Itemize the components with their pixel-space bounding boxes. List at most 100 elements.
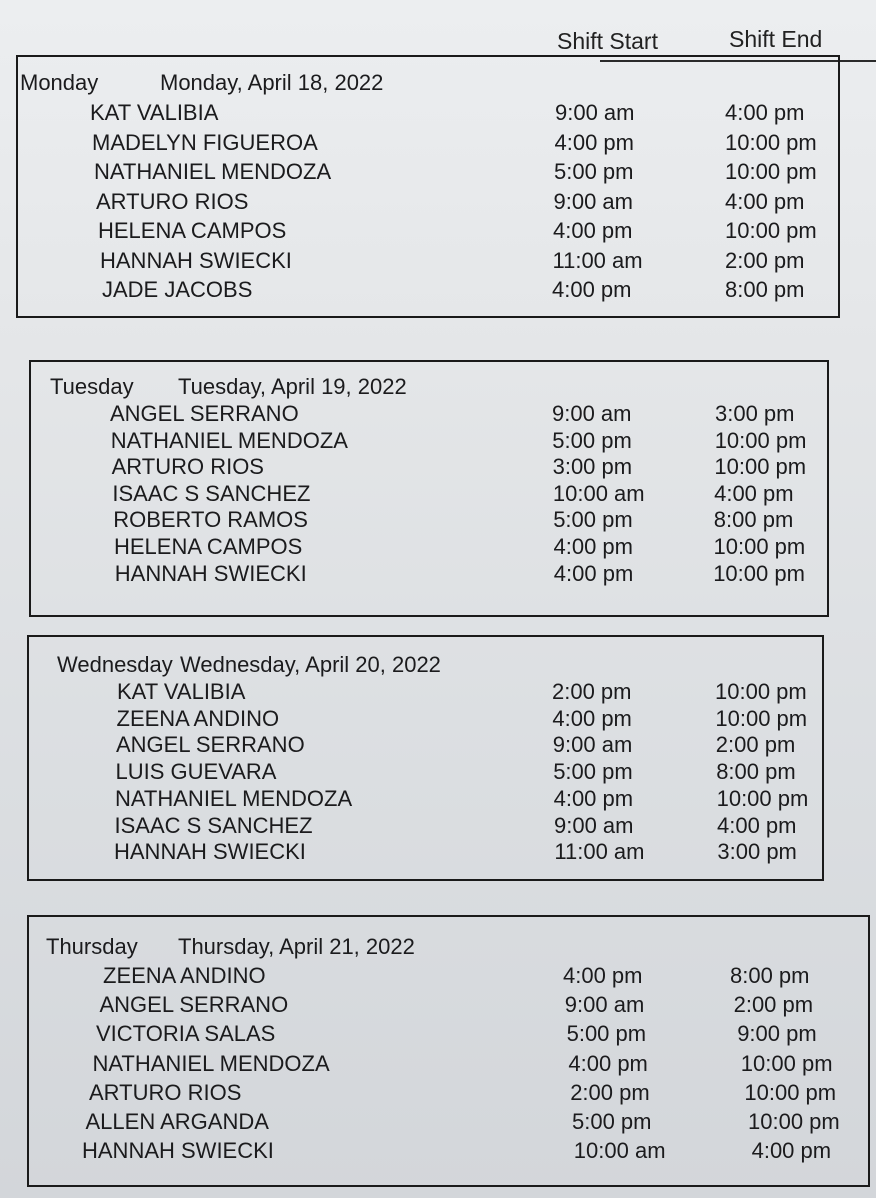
shift-row: HANNAH SWIECKI 4:00 pm 10:00 pm: [0, 561, 876, 588]
shift-end: 9:00 pm: [737, 1021, 817, 1047]
shift-end: 10:00 pm: [716, 785, 809, 811]
shift-start: 5:00 pm: [566, 1021, 647, 1047]
shift-row: ROBERTO RAMOS 5:00 pm 8:00 pm: [0, 507, 876, 534]
shift-start: 5:00 pm: [553, 759, 633, 785]
shift-row: NATHANIEL MENDOZA 5:00 pm 10:00 pm: [0, 428, 876, 455]
shift-row: NATHANIEL MENDOZA 5:00 pm 10:00 pm: [0, 159, 876, 186]
employee-name: HANNAH SWIECKI: [114, 839, 306, 865]
shift-start: 4:00 pm: [553, 534, 634, 559]
employee-name: ANGEL SERRANO: [110, 401, 299, 426]
employee-name: VICTORIA SALAS: [96, 1021, 276, 1047]
shift-row: ANGEL SERRANO 9:00 am 3:00 pm: [0, 401, 876, 428]
shift-end: 10:00 pm: [725, 159, 817, 184]
shift-row: ANGEL SERRANO 9:00 am 2:00 pm: [0, 732, 876, 759]
shift-end: 10:00 pm: [714, 427, 807, 453]
shift-row: KAT VALIBIA 9:00 am 4:00 pm: [0, 100, 876, 127]
shift-end: 10:00 pm: [744, 1079, 837, 1105]
shift-start: 5:00 pm: [552, 427, 632, 453]
shift-row: NATHANIEL MENDOZA 4:00 pm 10:00 pm: [0, 1051, 876, 1078]
shift-row: HANNAH SWIECKI 11:00 am 3:00 pm: [0, 839, 876, 866]
employee-name: ROBERTO RAMOS: [113, 507, 308, 533]
shift-start: 4:00 pm: [552, 705, 632, 731]
shift-start: 11:00 am: [554, 839, 645, 865]
shift-start-header: Shift Start: [557, 28, 658, 54]
employee-name: HELENA CAMPOS: [98, 218, 287, 243]
shift-end: 8:00 pm: [730, 963, 810, 988]
shift-end: 8:00 pm: [716, 759, 796, 785]
shift-end: 4:00 pm: [751, 1138, 832, 1164]
employee-name: ZEENA ANDINO: [116, 705, 280, 731]
shift-start: 9:00 am: [552, 732, 633, 758]
shift-start: 5:00 pm: [553, 507, 633, 533]
shift-start: 2:00 pm: [552, 679, 632, 704]
employee-name: ISAAC S SANCHEZ: [112, 480, 311, 506]
shift-row: ZEENA ANDINO 4:00 pm 8:00 pm: [0, 963, 876, 990]
shift-start: 4:00 pm: [553, 560, 634, 586]
shift-start: 3:00 pm: [552, 454, 633, 480]
shift-start: 9:00 am: [552, 401, 632, 426]
shift-row: VICTORIA SALAS 5:00 pm 9:00 pm: [0, 1021, 876, 1048]
shift-row: ARTURO RIOS 2:00 pm 10:00 pm: [0, 1080, 876, 1107]
shift-end: 10:00 pm: [714, 454, 807, 480]
shift-end: 10:00 pm: [725, 129, 817, 155]
shift-row: JADE JACOBS 4:00 pm 8:00 pm: [0, 277, 876, 304]
shift-end: 8:00 pm: [713, 507, 794, 533]
shift-start: 9:00 am: [564, 992, 645, 1018]
shift-end: 10:00 pm: [715, 705, 808, 731]
shift-row: ARTURO RIOS 3:00 pm 10:00 pm: [0, 454, 876, 481]
shift-end: 10:00 pm: [713, 534, 806, 559]
shift-row: ISAAC S SANCHEZ 9:00 am 4:00 pm: [0, 813, 876, 840]
shift-end: 2:00 pm: [715, 732, 796, 758]
shift-start: 5:00 pm: [572, 1109, 652, 1134]
shift-start: 4:00 pm: [568, 1050, 648, 1076]
shift-end: 10:00 pm: [725, 218, 817, 243]
employee-name: ARTURO RIOS: [96, 188, 249, 214]
shift-start: 9:00 am: [554, 812, 634, 838]
shift-end: 4:00 pm: [725, 100, 805, 125]
shift-end: 10:00 pm: [713, 560, 805, 586]
day-date: Monday, April 18, 2022: [160, 70, 384, 95]
shift-start: 9:00 am: [555, 100, 635, 125]
shift-row: ANGEL SERRANO 9:00 am 2:00 pm: [0, 992, 876, 1019]
shift-start: 5:00 pm: [554, 159, 634, 184]
shift-start: 9:00 am: [553, 188, 634, 214]
shift-start: 10:00 am: [552, 480, 645, 506]
day-label: Monday: [20, 70, 99, 95]
shift-end: 3:00 pm: [717, 839, 797, 865]
shift-end: 2:00 pm: [733, 992, 814, 1018]
shift-start: 4:00 pm: [554, 129, 635, 155]
column-headers: Shift Start Shift End: [0, 26, 876, 56]
employee-name: KAT VALIBIA: [117, 679, 246, 704]
employee-name: HANNAH SWIECKI: [100, 247, 292, 273]
shift-end: 10:00 pm: [715, 679, 807, 704]
shift-start: 11:00 am: [552, 247, 643, 273]
shift-start: 4:00 pm: [553, 218, 633, 243]
shift-end: 4:00 pm: [725, 188, 805, 214]
employee-name: NATHANIEL MENDOZA: [115, 785, 353, 811]
employee-name: ISAAC S SANCHEZ: [114, 812, 313, 838]
day-label: Thursday: [46, 934, 138, 959]
shift-row: ARTURO RIOS 9:00 am 4:00 pm: [0, 189, 876, 216]
shift-row: ZEENA ANDINO 4:00 pm 10:00 pm: [0, 706, 876, 733]
shift-row: HANNAH SWIECKI 10:00 am 4:00 pm: [0, 1138, 876, 1165]
shift-row: HANNAH SWIECKI 11:00 am 2:00 pm: [0, 248, 876, 275]
shift-start: 10:00 am: [573, 1138, 666, 1164]
employee-name: KAT VALIBIA: [90, 100, 219, 125]
shift-row: LUIS GUEVARA 5:00 pm 8:00 pm: [0, 759, 876, 786]
shift-end: 4:00 pm: [714, 480, 794, 506]
shift-end: 2:00 pm: [725, 247, 805, 273]
employee-name: ARTURO RIOS: [111, 454, 264, 480]
employee-name: ARTURO RIOS: [89, 1079, 242, 1105]
employee-name: ZEENA ANDINO: [103, 963, 266, 988]
shift-end-header: Shift End: [729, 26, 823, 52]
day-date: Tuesday, April 19, 2022: [178, 374, 407, 399]
shift-start: 4:00 pm: [552, 277, 632, 302]
day-date: Wednesday, April 20, 2022: [180, 652, 441, 677]
shift-end: 3:00 pm: [715, 401, 795, 426]
shift-row: NATHANIEL MENDOZA 4:00 pm 10:00 pm: [0, 786, 876, 813]
employee-name: ANGEL SERRANO: [116, 732, 305, 758]
employee-name: JADE JACOBS: [102, 277, 253, 302]
shift-start: 2:00 pm: [570, 1079, 650, 1105]
shift-end: 10:00 pm: [740, 1050, 833, 1076]
shift-row: HELENA CAMPOS 4:00 pm 10:00 pm: [0, 218, 876, 245]
